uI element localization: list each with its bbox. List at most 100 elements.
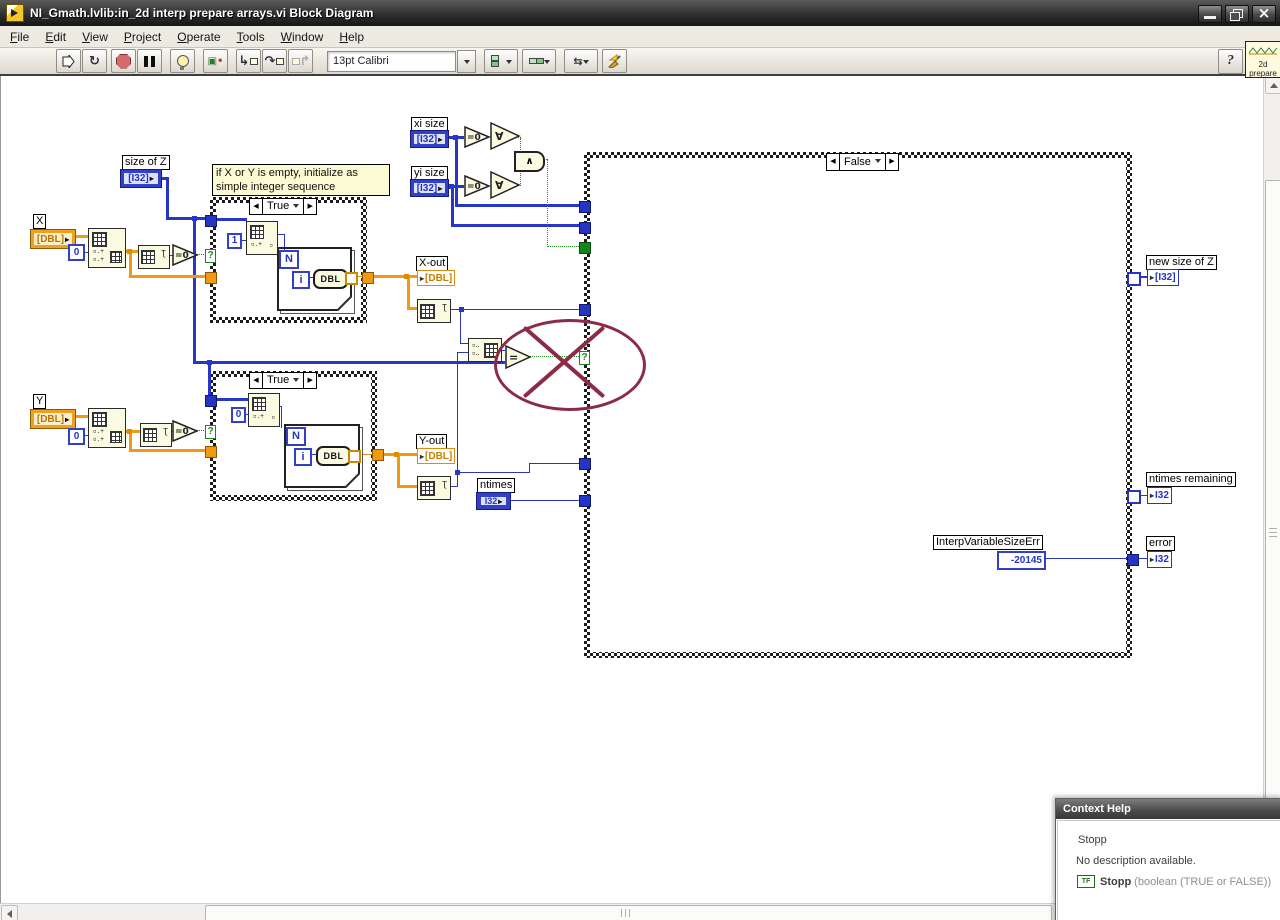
equal-zero-node-x[interactable]: =0 [172, 243, 199, 267]
loop-tunnel-upper[interactable] [345, 272, 358, 285]
y-terminal[interactable]: [DBL] [31, 410, 75, 428]
loop-tunnel-lower[interactable] [348, 450, 361, 463]
tunnel[interactable] [362, 272, 374, 284]
tunnel[interactable] [579, 201, 591, 213]
titlebar[interactable]: NI_Gmath.lvlib:in_2d interp prepare arra… [0, 0, 1280, 26]
index-array-node-upper[interactable]: ▫.+ ▫ [246, 221, 278, 255]
ntimes-terminal[interactable]: I32 [477, 493, 510, 509]
equal-zero-node-y[interactable]: =0 [172, 419, 199, 443]
align-objects-button[interactable] [484, 49, 518, 73]
and-node[interactable]: ∧ [514, 151, 545, 172]
run-continuous-button[interactable]: ↻ [82, 49, 107, 73]
step-out-button[interactable]: ↱ [288, 49, 313, 73]
tunnel[interactable] [372, 449, 384, 461]
menu-project[interactable]: Project [116, 28, 169, 46]
tunnel[interactable] [1127, 272, 1141, 286]
tunnel[interactable] [1127, 490, 1141, 504]
tunnel[interactable] [579, 458, 591, 470]
case-next-arrow-icon[interactable] [303, 373, 316, 388]
yi-size-label[interactable]: yi size [411, 166, 448, 181]
xi-size-label[interactable]: xi size [411, 117, 448, 132]
scroll-left-button[interactable] [1, 905, 18, 920]
context-help-window[interactable]: Context Help Stopp No description availa… [1055, 798, 1280, 920]
one-constant[interactable]: 1 [227, 233, 242, 249]
new-size-of-z-label[interactable]: new size of Z [1146, 255, 1217, 270]
index-array-node-lower[interactable]: ▫.+ ▫ [248, 393, 280, 427]
y-out-label[interactable]: Y-out [416, 434, 448, 449]
and-array-elements-node-xi[interactable]: ∀ [490, 121, 521, 151]
tunnel[interactable] [579, 242, 591, 254]
size-of-z-label[interactable]: size of Z [122, 155, 170, 170]
vertical-scrollbar[interactable] [1263, 76, 1280, 903]
index-array-node-x[interactable]: ▫.+ ▫.+ [88, 228, 126, 268]
and-array-elements-node-yi[interactable]: ∀ [490, 170, 521, 200]
menu-operate[interactable]: Operate [169, 28, 228, 46]
case-selector-main[interactable]: False [826, 153, 899, 171]
index-array-node-y[interactable]: ▫.+ ▫.+ [88, 408, 126, 448]
chevron-down-icon[interactable] [293, 377, 300, 385]
array-size-node-y-out[interactable]: Ʈ [417, 476, 451, 500]
error-terminal[interactable]: I32 [1147, 551, 1172, 568]
tunnel[interactable] [205, 272, 217, 284]
context-help-button[interactable]: ? [1218, 49, 1243, 74]
array-size-node-x[interactable]: Ʈ [138, 245, 170, 269]
zero-constant-y[interactable]: 0 [68, 428, 85, 445]
array-size-node-y[interactable]: Ʈ [140, 423, 172, 447]
menu-edit[interactable]: Edit [37, 28, 74, 46]
loop-count-terminal-lower[interactable]: N [286, 427, 306, 446]
case-selector-tunnel-upper[interactable]: ? [205, 249, 216, 263]
chevron-down-icon[interactable] [293, 203, 300, 211]
loop-count-terminal-upper[interactable]: N [279, 250, 299, 269]
highlight-execution-button[interactable] [170, 49, 195, 73]
error-label[interactable]: error [1146, 536, 1176, 551]
ntimes-label[interactable]: ntimes [477, 478, 516, 493]
step-over-button[interactable]: ↷ [262, 49, 287, 73]
tunnel[interactable] [579, 222, 591, 234]
case-selector-lower[interactable]: True [249, 372, 318, 389]
equal-zero-node-yi[interactable]: =0 [464, 174, 491, 198]
new-size-of-z-terminal[interactable]: [I32] [1147, 269, 1179, 286]
array-size-node-x-out[interactable]: Ʈ [417, 299, 451, 323]
context-help-titlebar[interactable]: Context Help [1056, 799, 1280, 819]
case-next-arrow-icon[interactable] [303, 199, 316, 214]
interp-err-label[interactable]: InterpVariableSizeErr [933, 535, 1043, 550]
vi-icon[interactable]: 2d prepare [1245, 41, 1280, 78]
restore-button[interactable] [1225, 5, 1249, 23]
case-selector-upper[interactable]: True [249, 198, 318, 215]
close-button[interactable] [1252, 5, 1276, 23]
font-selector-dropdown[interactable] [457, 49, 476, 73]
case-next-arrow-icon[interactable] [884, 154, 898, 170]
y-label[interactable]: Y [33, 394, 47, 409]
retain-wire-values-button[interactable]: ▣• [203, 49, 228, 73]
zero-constant-x[interactable]: 0 [68, 244, 85, 261]
abort-button[interactable] [111, 49, 136, 73]
menu-view[interactable]: View [74, 28, 116, 46]
chevron-down-icon[interactable] [874, 159, 881, 166]
pause-button[interactable] [137, 49, 162, 73]
tunnel[interactable] [205, 215, 217, 227]
y-out-terminal[interactable]: [DBL] [417, 448, 456, 464]
to-double-node-upper[interactable]: DBL [313, 269, 348, 289]
clean-up-diagram-button[interactable] [602, 49, 627, 73]
scroll-up-button[interactable] [1265, 77, 1280, 94]
size-of-z-terminal[interactable]: [I32] [121, 170, 161, 187]
menu-file[interactable]: File [2, 28, 37, 46]
zero-constant-loop[interactable]: 0 [231, 407, 246, 423]
distribute-objects-button[interactable] [522, 49, 556, 73]
tunnel[interactable] [579, 495, 591, 507]
x-label[interactable]: X [33, 214, 47, 229]
loop-iteration-terminal-upper[interactable]: i [292, 271, 310, 289]
case-structure-main[interactable] [584, 152, 1132, 658]
minimize-button[interactable] [1198, 5, 1222, 23]
case-selector-tunnel-lower[interactable]: ? [205, 425, 216, 439]
tunnel[interactable] [205, 395, 217, 407]
xi-size-terminal[interactable]: [I32] [411, 131, 448, 147]
ntimes-remaining-terminal[interactable]: I32 [1147, 487, 1172, 504]
run-button[interactable] [56, 49, 81, 73]
step-into-button[interactable]: ↳ [236, 49, 261, 73]
x-out-label[interactable]: X-out [416, 256, 449, 271]
menu-help[interactable]: Help [331, 28, 372, 46]
equal-zero-node-xi[interactable]: =0 [464, 125, 491, 149]
free-comment[interactable]: if X or Y is empty, initialize as simple… [212, 164, 390, 196]
ntimes-remaining-label[interactable]: ntimes remaining [1146, 472, 1236, 487]
